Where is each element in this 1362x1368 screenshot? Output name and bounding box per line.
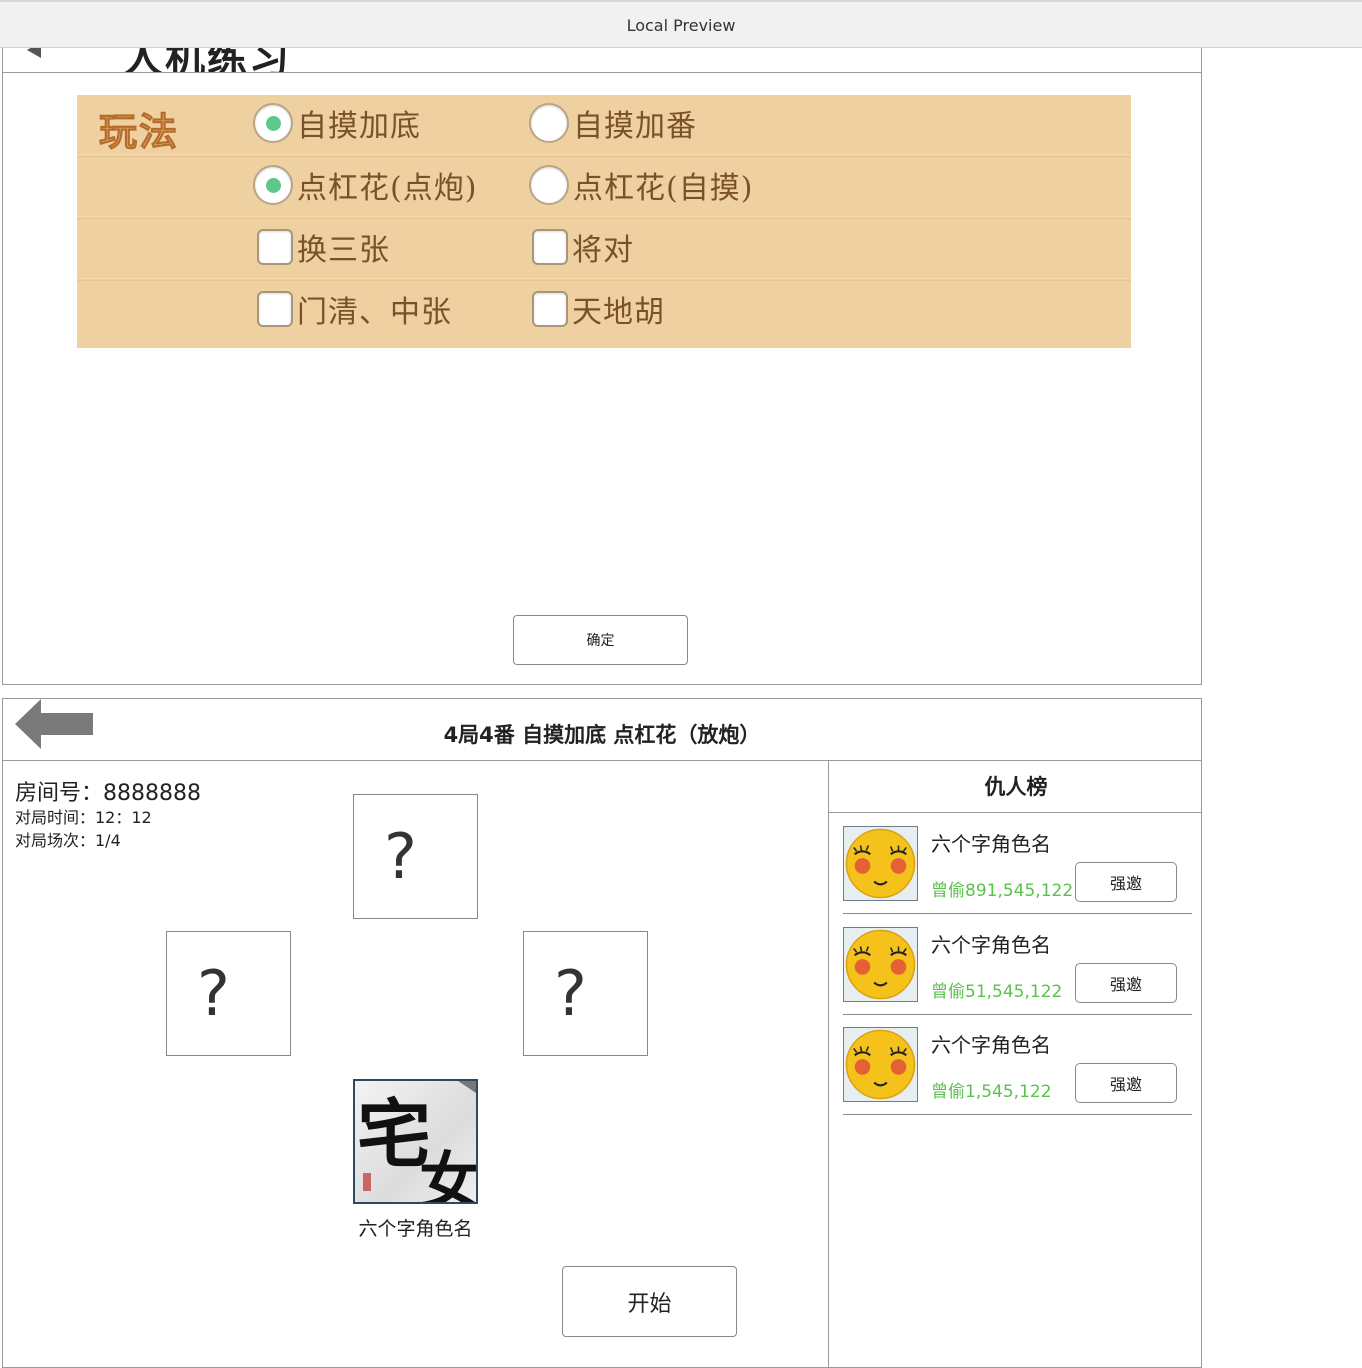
- option-diangang-dianpao[interactable]: 点杠花(点炮): [253, 161, 477, 209]
- start-button[interactable]: 开始: [562, 1266, 737, 1337]
- unknown-player-icon: ?: [554, 957, 587, 1030]
- force-invite-button[interactable]: 强邀: [1075, 862, 1177, 902]
- force-invite-button[interactable]: 强邀: [1075, 1063, 1177, 1103]
- match-time: 对局时间：12：12: [15, 808, 152, 827]
- blushing-face-icon: [843, 927, 918, 1002]
- room-panel-header: 4局4番 自摸加底 点杠花（放炮）: [3, 699, 1201, 761]
- enemy-list-item: 六个字角色名 曾偷1,545,122 强邀: [843, 1015, 1192, 1115]
- unknown-player-icon: ?: [384, 820, 417, 893]
- enemy-board: 仇人榜 六个字角色名 曾偷891,545,122 强邀 六个字角色名 曾偷51,…: [828, 761, 1201, 1367]
- option-label: 将对: [572, 233, 634, 268]
- checkbox-icon[interactable]: [532, 229, 568, 265]
- window-titlebar: Local Preview: [0, 0, 1362, 48]
- option-label: 门清、中张: [297, 295, 452, 330]
- rules-box: 玩法 自摸加底 自摸加番 点杠花(点炮) 点杠花(自摸) 换三张 将对 门清、中…: [77, 95, 1131, 348]
- enemy-list-item: 六个字角色名 曾偷891,545,122 强邀: [843, 814, 1192, 914]
- option-zimo-jiadi[interactable]: 自摸加底: [253, 99, 421, 147]
- radio-unchecked-icon[interactable]: [529, 103, 569, 143]
- window-title: Local Preview: [626, 16, 736, 35]
- corner-fold-icon: [458, 1081, 476, 1093]
- option-diangang-zimo[interactable]: 点杠花(自摸): [529, 161, 753, 209]
- match-round: 对局场次：1/4: [15, 831, 121, 850]
- enemy-board-title: 仇人榜: [829, 761, 1201, 813]
- option-menqing-zhongzhang[interactable]: 门清、中张: [257, 285, 452, 333]
- seat-left-empty[interactable]: ?: [166, 931, 291, 1056]
- room-panel: 4局4番 自摸加底 点杠花（放炮） 房间号：8888888 对局时间：12：12…: [2, 698, 1202, 1368]
- enemy-name: 六个字角色名: [931, 1033, 1051, 1057]
- setup-panel-title: 人机练习: [123, 48, 291, 73]
- enemy-stolen-amount: 曾偷891,545,122: [931, 881, 1074, 901]
- enemy-stolen-amount: 曾偷1,545,122: [931, 1082, 1052, 1102]
- enemy-name: 六个字角色名: [931, 832, 1051, 856]
- radio-unchecked-icon[interactable]: [529, 165, 569, 205]
- confirm-button[interactable]: 确定: [513, 615, 688, 665]
- radio-checked-icon[interactable]: [253, 165, 293, 205]
- option-label: 换三张: [297, 233, 390, 268]
- radio-checked-icon[interactable]: [253, 103, 293, 143]
- my-avatar: 宅 女: [353, 1079, 478, 1204]
- seat-right-empty[interactable]: ?: [523, 931, 648, 1056]
- option-label: 点杠花(点炮): [297, 171, 478, 206]
- room-number: 房间号：8888888: [15, 781, 201, 806]
- option-label: 点杠花(自摸): [573, 171, 754, 206]
- option-label: 自摸加底: [297, 109, 421, 144]
- enemy-stolen-amount: 曾偷51,545,122: [931, 982, 1063, 1002]
- checkbox-icon[interactable]: [532, 291, 568, 327]
- option-jiang-dui[interactable]: 将对: [532, 223, 634, 271]
- setup-panel: 人机练习 玩法 自摸加底 自摸加番 点杠花(点炮) 点杠花(自摸) 换三张 将对…: [2, 48, 1202, 685]
- blushing-face-icon: [843, 1027, 918, 1102]
- option-label: 自摸加番: [573, 109, 697, 144]
- back-arrow-icon[interactable]: [27, 48, 41, 58]
- seat-top-empty[interactable]: ?: [353, 794, 478, 919]
- enemy-list-item: 六个字角色名 曾偷51,545,122 强邀: [843, 915, 1192, 1015]
- force-invite-button[interactable]: 强邀: [1075, 963, 1177, 1003]
- avatar-char: 女: [419, 1145, 478, 1204]
- option-huan-san-zhang[interactable]: 换三张: [257, 223, 390, 271]
- room-rules-title: 4局4番 自摸加底 点杠花（放炮）: [443, 723, 761, 747]
- setup-panel-header: 人机练习: [3, 48, 1201, 73]
- seal-stamp-icon: [363, 1173, 371, 1191]
- my-player-name: 六个字角色名: [358, 1218, 473, 1240]
- option-tiandi-hu[interactable]: 天地胡: [532, 285, 665, 333]
- enemy-name: 六个字角色名: [931, 933, 1051, 957]
- option-zimo-jiafan[interactable]: 自摸加番: [529, 99, 697, 147]
- checkbox-icon[interactable]: [257, 229, 293, 265]
- option-label: 天地胡: [572, 295, 665, 330]
- blushing-face-icon: [843, 826, 918, 901]
- unknown-player-icon: ?: [197, 957, 230, 1030]
- checkbox-icon[interactable]: [257, 291, 293, 327]
